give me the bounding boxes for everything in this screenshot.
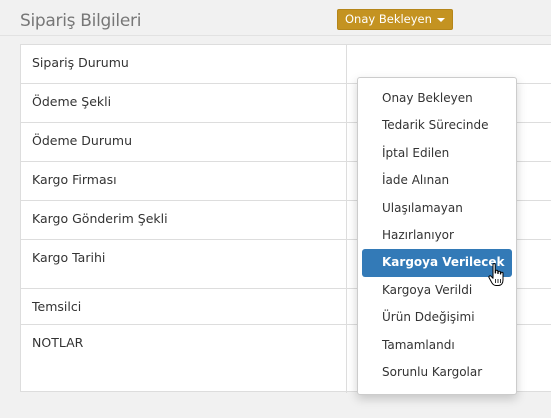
row-label-cargo-company: Kargo Firması bbox=[21, 162, 347, 200]
dropdown-item-tamamlandi[interactable]: Tamamlandı bbox=[358, 332, 516, 359]
row-label-payment-status: Ödeme Durumu bbox=[21, 123, 347, 161]
dropdown-item-tedarik-surecinde[interactable]: Tedarik Sürecinde bbox=[358, 112, 516, 139]
dropdown-item-hazirlaniyor[interactable]: Hazırlanıyor bbox=[358, 222, 516, 249]
order-status-dropdown-menu: Onay Bekleyen Tedarik Sürecinde İptal Ed… bbox=[357, 77, 517, 395]
row-label-order-status: Sipariş Durumu bbox=[21, 45, 347, 83]
dropdown-item-onay-bekleyen[interactable]: Onay Bekleyen bbox=[358, 85, 516, 112]
row-label-cargo-shipping-method: Kargo Gönderim Şekli bbox=[21, 201, 347, 239]
dropdown-item-iade-alinan[interactable]: İade Alınan bbox=[358, 167, 516, 194]
dropdown-item-sorunlu-kargolar[interactable]: Sorunlu Kargolar bbox=[358, 359, 516, 386]
hand-pointer-icon bbox=[488, 263, 504, 286]
row-label-representative: Temsilci bbox=[21, 289, 347, 324]
section-title: Sipariş Bilgileri bbox=[20, 11, 142, 31]
dropdown-item-iptal-edilen[interactable]: İptal Edilen bbox=[358, 140, 516, 167]
row-label-payment-method: Ödeme Şekli bbox=[21, 84, 347, 122]
row-label-cargo-date: Kargo Tarihi bbox=[21, 240, 347, 288]
dropdown-item-ulasilamayan[interactable]: Ulaşılamayan bbox=[358, 195, 516, 222]
row-label-notes: NOTLAR bbox=[21, 325, 347, 393]
caret-down-icon bbox=[436, 17, 445, 22]
divider bbox=[0, 35, 551, 36]
order-status-dropdown-button[interactable]: Onay Bekleyen bbox=[337, 9, 453, 30]
order-status-button-label: Onay Bekleyen bbox=[345, 12, 432, 26]
dropdown-item-urun-degisimi[interactable]: Ürün Ddeğişimi bbox=[358, 304, 516, 331]
